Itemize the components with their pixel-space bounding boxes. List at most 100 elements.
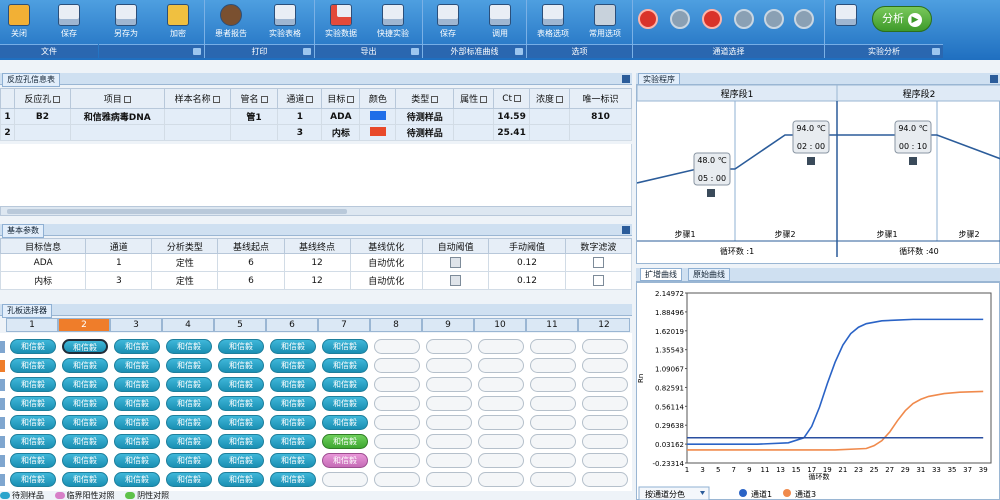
cell-sample[interactable] — [163, 124, 231, 141]
channel-3-toggle[interactable] — [702, 9, 722, 29]
plate-well[interactable]: 和信毅 — [166, 415, 212, 430]
channel-5-toggle[interactable] — [764, 9, 784, 29]
experiment-data-button[interactable]: 实验数据 — [318, 2, 364, 44]
cell-manual-threshold[interactable]: 0.12 — [488, 253, 566, 272]
plate-well[interactable]: 和信毅 — [322, 377, 368, 392]
plate-well[interactable]: 和信毅 — [166, 434, 212, 449]
plate-well[interactable] — [582, 396, 628, 411]
plate-well[interactable] — [478, 415, 524, 430]
digital-filter-checkbox[interactable] — [592, 257, 604, 268]
encrypt-button[interactable]: 加密 — [160, 2, 196, 44]
cell-baseline-start[interactable]: 6 — [217, 271, 285, 290]
chevron-down-icon[interactable] — [303, 48, 311, 55]
plate-row-marker[interactable] — [0, 474, 5, 486]
plate-well[interactable]: 和信毅 — [166, 472, 212, 487]
analyze-button[interactable]: 分析 ▶ — [872, 6, 932, 32]
pin-icon[interactable] — [622, 226, 630, 234]
plate-well[interactable] — [478, 339, 524, 354]
plate-well[interactable] — [426, 434, 472, 449]
plate-well[interactable]: 和信毅 — [270, 415, 316, 430]
plate-well[interactable]: 和信毅 — [270, 434, 316, 449]
plate-well[interactable] — [478, 377, 524, 392]
cell-tube[interactable]: 管1 — [229, 108, 279, 125]
plate-column-header[interactable]: 6 — [266, 318, 318, 332]
tab-raw-curve[interactable]: 原始曲线 — [688, 268, 730, 281]
plate-well[interactable]: 和信毅 — [10, 453, 56, 468]
plate-well[interactable] — [374, 358, 420, 373]
plate-well[interactable]: 和信毅 — [166, 339, 212, 354]
plate-well[interactable] — [582, 339, 628, 354]
table-options-button[interactable]: 表格选项 — [530, 2, 576, 44]
plate-column-header[interactable]: 1 — [6, 318, 58, 332]
plate-column-header[interactable]: 12 — [578, 318, 630, 332]
curve-load-button[interactable]: 调用 — [482, 2, 518, 44]
save-button[interactable]: 保存 — [54, 2, 84, 44]
column-header[interactable]: 颜色 — [359, 88, 397, 109]
plate-well[interactable]: 和信毅 — [270, 377, 316, 392]
chevron-down-icon[interactable] — [193, 48, 201, 55]
cell-color[interactable] — [359, 124, 397, 141]
plate-well[interactable]: 和信毅 — [218, 358, 264, 373]
scrollbar-thumb[interactable] — [7, 209, 347, 214]
table-row[interactable]: 1 B2 和信雅病毒DNA 管1 1 ADA 待测样品 14.59 810 — [0, 108, 632, 125]
plate-well[interactable] — [374, 453, 420, 468]
cell-attribute[interactable] — [453, 124, 495, 141]
plate-well[interactable]: 和信毅 — [218, 453, 264, 468]
plate-row-marker[interactable] — [0, 417, 5, 429]
pin-icon[interactable] — [622, 75, 630, 83]
channel-1-toggle[interactable] — [638, 9, 658, 29]
plate-column-header[interactable]: 4 — [162, 318, 214, 332]
plate-well[interactable] — [426, 377, 472, 392]
plate-column-header[interactable]: 2 — [58, 318, 110, 332]
cell-auto-threshold[interactable] — [422, 271, 490, 290]
plate-well[interactable] — [478, 358, 524, 373]
column-header[interactable]: 项目 — [69, 88, 165, 109]
plate-well[interactable] — [582, 415, 628, 430]
cell-manual-threshold[interactable]: 0.12 — [488, 271, 566, 290]
column-header[interactable]: 管名 — [229, 88, 279, 109]
plate-column-header[interactable]: 3 — [110, 318, 162, 332]
plate-well[interactable]: 和信毅 — [62, 339, 108, 354]
plate-well[interactable]: 和信毅 — [10, 415, 56, 430]
plate-well[interactable] — [478, 453, 524, 468]
digital-filter-checkbox[interactable] — [592, 275, 604, 286]
cell-digital-filter[interactable] — [564, 271, 633, 290]
plate-well[interactable]: 和信毅 — [10, 434, 56, 449]
cell-baseline-end[interactable]: 12 — [283, 253, 351, 272]
plate-column-header[interactable]: 8 — [370, 318, 422, 332]
cell-auto-threshold[interactable] — [422, 253, 490, 272]
plate-well[interactable]: 和信毅 — [166, 377, 212, 392]
plate-well[interactable] — [530, 415, 576, 430]
cell-channel[interactable]: 1 — [277, 108, 323, 125]
plate-well[interactable]: 和信毅 — [218, 472, 264, 487]
plate-well[interactable] — [530, 453, 576, 468]
plate-well[interactable] — [530, 434, 576, 449]
cell-analysis-type[interactable]: 定性 — [151, 253, 219, 272]
cell-project[interactable] — [69, 124, 165, 141]
cell-baseline-start[interactable]: 6 — [217, 253, 285, 272]
save-as-button[interactable]: 另存为 — [106, 2, 146, 44]
plate-well[interactable]: 和信毅 — [62, 472, 108, 487]
cell-ct[interactable]: 25.41 — [493, 124, 531, 141]
table-row[interactable]: 2 3 内标 待测样品 25.41 — [0, 124, 632, 141]
plate-well[interactable] — [582, 377, 628, 392]
plate-well[interactable]: 和信毅 — [114, 472, 160, 487]
plate-well[interactable] — [426, 396, 472, 411]
plate-well[interactable]: 和信毅 — [166, 453, 212, 468]
plate-well[interactable] — [478, 396, 524, 411]
plate-well[interactable]: 和信毅 — [322, 415, 368, 430]
cell-target[interactable]: 内标 — [321, 124, 361, 141]
cell-baseline-opt[interactable]: 自动优化 — [349, 253, 424, 272]
auto-threshold-checkbox[interactable] — [450, 257, 462, 268]
plate-well[interactable] — [530, 396, 576, 411]
plate-row-marker[interactable] — [0, 455, 5, 467]
plate-well[interactable] — [478, 434, 524, 449]
analysis-settings-button[interactable] — [832, 2, 860, 44]
plate-well[interactable] — [426, 453, 472, 468]
plate-well[interactable]: 和信毅 — [62, 396, 108, 411]
plate-column-header[interactable]: 9 — [422, 318, 474, 332]
plate-well[interactable]: 和信毅 — [322, 434, 368, 449]
cell-type[interactable]: 待测样品 — [395, 124, 455, 141]
plate-well[interactable]: 和信毅 — [218, 415, 264, 430]
plate-well[interactable]: 和信毅 — [114, 377, 160, 392]
